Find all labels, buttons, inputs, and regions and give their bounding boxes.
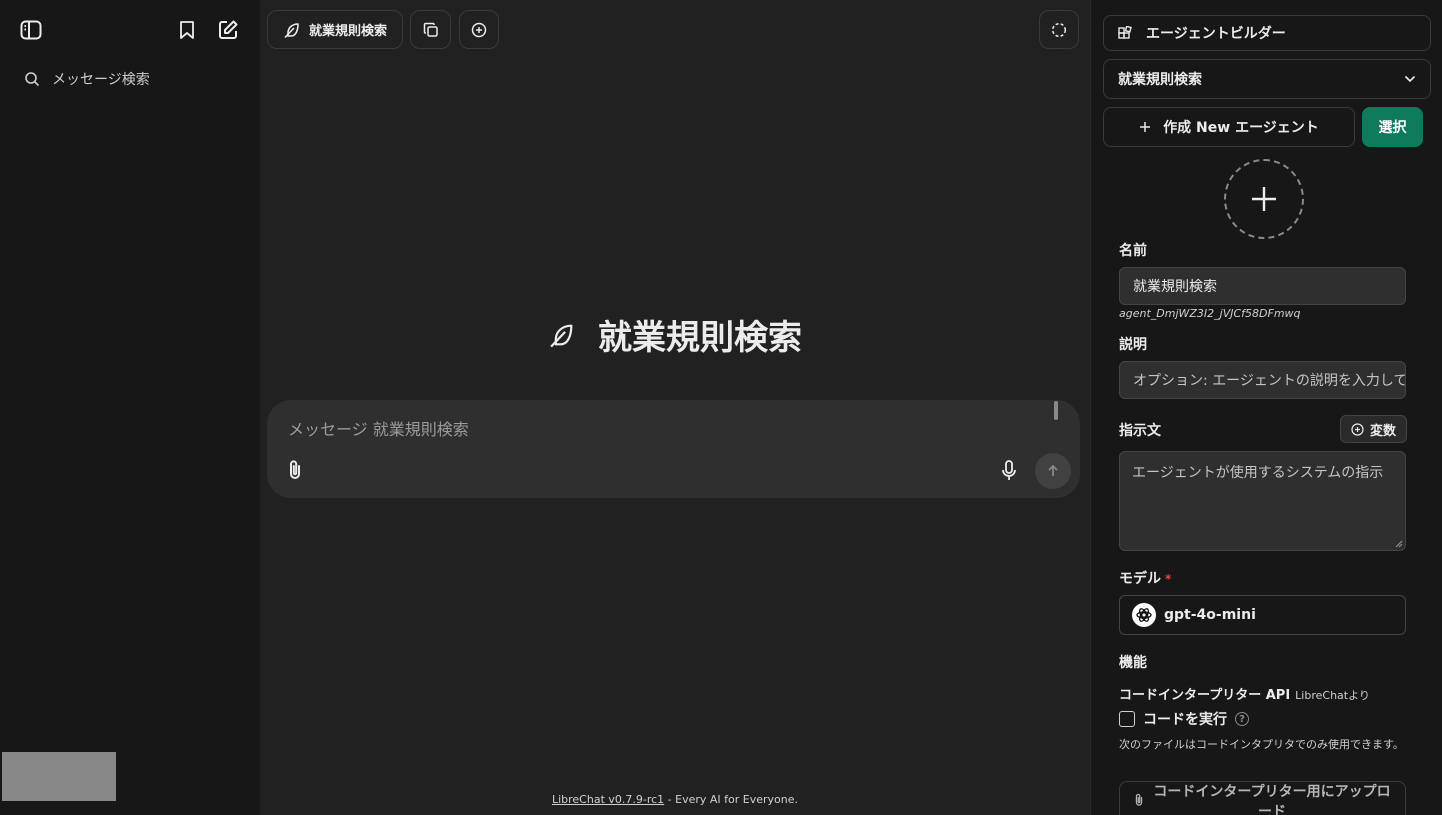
temporary-chat-button[interactable]	[1039, 10, 1079, 49]
description-label: 説明	[1119, 337, 1147, 353]
footer: LibreChat v0.7.9-rc1 - Every AI for Ever…	[260, 793, 1090, 806]
create-agent-button[interactable]: 作成 New エージェント	[1103, 107, 1355, 147]
feather-icon	[550, 324, 573, 347]
agent-name-input[interactable]: 就業規則検索	[1119, 267, 1406, 305]
agent-selector-button[interactable]: 就業規則検索	[267, 10, 403, 49]
bookmarks-button[interactable]	[175, 18, 199, 42]
main-area: 就業規則検索 就業規則検索 メッセージ 就業規則検索 LibreChat v0.…	[260, 0, 1090, 815]
run-code-label: コードを実行	[1143, 712, 1227, 728]
select-agent-button[interactable]: 選択	[1362, 107, 1423, 147]
footer-tagline: - Every AI for Everyone.	[664, 793, 799, 806]
variables-button[interactable]: 変数	[1340, 415, 1407, 443]
upload-button-label: コードインタープリター用にアップロード	[1153, 784, 1391, 815]
message-composer: メッセージ 就業規則検索	[267, 400, 1080, 498]
agent-select-dropdown[interactable]: 就業規則検索	[1103, 59, 1431, 99]
blocks-icon	[1118, 26, 1132, 39]
landing-header: 就業規則検索	[260, 310, 1090, 359]
help-icon[interactable]: ?	[1235, 712, 1249, 726]
left-sidebar: メッセージ検索	[0, 0, 260, 815]
model-label-text: モデル	[1119, 571, 1161, 587]
paperclip-icon	[1135, 793, 1143, 806]
agent-builder-panel: エージェントビルダー 就業規則検索 作成 New エージェント 選択 名前 就業…	[1090, 0, 1442, 815]
dashed-circle-icon	[1051, 22, 1067, 37]
code-interpreter-upload-button[interactable]: コードインタープリター用にアップロード	[1119, 781, 1406, 815]
openai-logo-icon	[1132, 603, 1156, 627]
model-name: gpt-4o-mini	[1164, 607, 1256, 623]
attach-button[interactable]	[284, 458, 306, 482]
copy-icon	[423, 22, 438, 37]
send-button[interactable]	[1035, 453, 1071, 489]
agent-avatar-upload[interactable]	[1224, 159, 1304, 239]
add-button[interactable]	[459, 10, 499, 49]
plus-circle-icon	[471, 22, 487, 37]
plus-icon	[1140, 122, 1151, 132]
model-label: モデル *	[1119, 568, 1171, 588]
microphone-icon	[1002, 460, 1016, 480]
chevron-down-icon	[1404, 75, 1416, 83]
user-account-button[interactable]	[2, 752, 116, 801]
agent-id-text: agent_DmjWZ3I2_jVJCf58DFmwq	[1119, 307, 1301, 320]
feather-icon	[284, 22, 299, 38]
create-agent-label: 作成 New エージェント	[1163, 120, 1319, 136]
sidebar-toggle-icon	[20, 20, 42, 40]
toggle-sidebar-button[interactable]	[18, 17, 44, 43]
plus-icon	[1252, 187, 1276, 211]
code-interpreter-subtitle: LibreChatより	[1295, 689, 1370, 702]
model-select-button[interactable]: gpt-4o-mini	[1119, 595, 1406, 635]
voice-input-button[interactable]	[997, 458, 1021, 484]
required-mark: *	[1165, 572, 1172, 586]
arrow-up-icon	[1048, 464, 1058, 476]
agent-selector-label: 就業規則検索	[308, 24, 387, 39]
new-chat-button[interactable]	[215, 17, 241, 43]
paperclip-icon	[290, 460, 300, 479]
resize-grip-icon[interactable]	[1395, 540, 1403, 548]
message-search[interactable]: メッセージ検索	[12, 62, 248, 96]
code-interpreter-title: コードインタープリター API LibreChatより	[1119, 684, 1370, 703]
landing-title: 就業規則検索	[598, 318, 802, 358]
bookmark-icon	[180, 21, 194, 39]
app-root: メッセージ検索 就業規則検索 就業規則検索 メッセージ 就業規則検索 Libre…	[0, 0, 1442, 815]
run-code-checkbox[interactable]	[1119, 711, 1135, 727]
name-label: 名前	[1119, 243, 1147, 259]
edit-icon	[219, 20, 238, 39]
instructions-label: 指示文	[1119, 423, 1161, 439]
instructions-placeholder: エージェントが使用するシステムの指示	[1132, 465, 1384, 481]
plus-circle-icon	[1351, 422, 1364, 436]
search-label: メッセージ検索	[52, 72, 150, 88]
variables-label: 変数	[1369, 423, 1396, 439]
agent-builder-header[interactable]: エージェントビルダー	[1103, 15, 1431, 51]
selected-agent-label: 就業規則検索	[1118, 72, 1202, 88]
duplicate-chat-button[interactable]	[410, 10, 451, 49]
code-interpreter-note: 次のファイルはコードインタプリタでのみ使用できます。	[1119, 738, 1404, 751]
instructions-textarea[interactable]: エージェントが使用するシステムの指示	[1119, 451, 1406, 551]
code-interpreter-title-text: コードインタープリター API	[1119, 688, 1291, 703]
run-code-option: コードを実行 ?	[1119, 709, 1249, 729]
footer-version-link[interactable]: LibreChat v0.7.9-rc1	[552, 793, 664, 806]
capabilities-label: 機能	[1119, 655, 1147, 671]
search-icon	[25, 72, 40, 87]
agent-description-input[interactable]: オプション: エージェントの説明を入力して	[1119, 361, 1406, 399]
agent-builder-title: エージェントビルダー	[1146, 26, 1286, 42]
composer-scrollbar[interactable]	[1054, 401, 1058, 420]
message-input[interactable]: メッセージ 就業規則検索	[288, 416, 988, 440]
